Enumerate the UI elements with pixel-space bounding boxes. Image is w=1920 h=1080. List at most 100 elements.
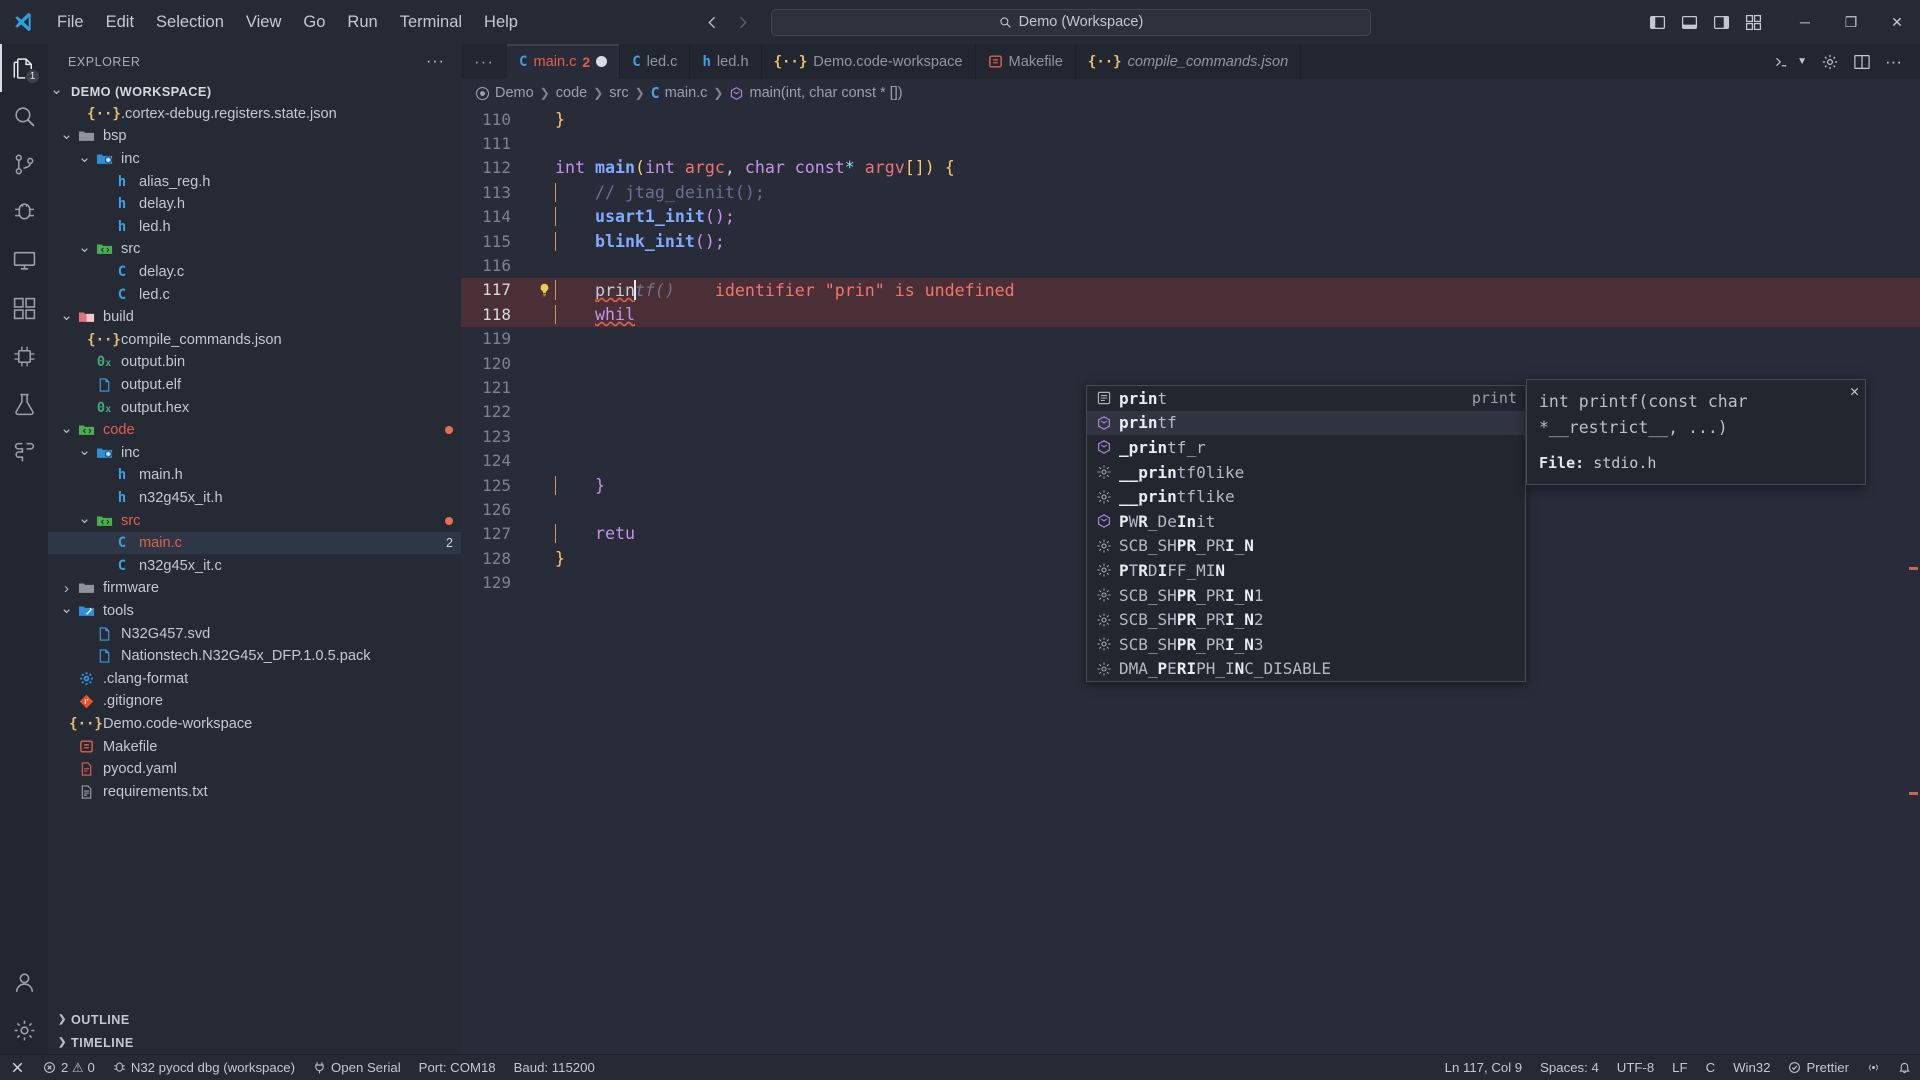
- suggest-item[interactable]: printf: [1087, 410, 1525, 436]
- tree-item-build[interactable]: ⌄ build: [48, 306, 461, 329]
- status-baud-rate[interactable]: Baud: 115200: [505, 1055, 604, 1080]
- tree-item-main-c[interactable]: Cmain.c 2: [48, 531, 461, 555]
- tree-item-output-elf[interactable]: output.elf: [48, 374, 461, 397]
- status-platform[interactable]: Win32: [1724, 1055, 1779, 1080]
- tree-item-bsp[interactable]: ⌄ bsp: [48, 125, 461, 148]
- tree-item-pyocd-yaml[interactable]: pyocd.yaml: [48, 758, 461, 781]
- more-tabs-icon[interactable]: ···: [461, 44, 507, 79]
- tree-item-nationstech-n32g45x-dfp-1-0-5-pack[interactable]: Nationstech.N32G45x_DFP.1.0.5.pack: [48, 645, 461, 668]
- status-problems[interactable]: 2 ⚠ 0: [34, 1055, 104, 1080]
- menu-edit[interactable]: Edit: [95, 0, 145, 44]
- tree-item-led-c[interactable]: Cled.c: [48, 283, 461, 306]
- suggest-item[interactable]: _printf_r: [1087, 435, 1525, 460]
- editor-tab-led-h[interactable]: h led.h: [690, 44, 762, 79]
- tree-item-output-hex[interactable]: 0x output.hex: [48, 396, 461, 419]
- suggest-item[interactable]: PTRDIFF_MIN: [1087, 558, 1525, 583]
- activity-item-run-and-debug[interactable]: [0, 188, 48, 236]
- tree-item-led-h[interactable]: h led.h: [48, 216, 461, 239]
- tree-item--clang-format[interactable]: .clang-format: [48, 667, 461, 690]
- status-debug-session[interactable]: N32 pyocd dbg (workspace): [104, 1055, 304, 1080]
- editor-tab-compile-commands-json[interactable]: {··} compile_commands.json: [1076, 44, 1302, 79]
- tab-dirty-indicator[interactable]: [596, 56, 608, 67]
- split-editor-icon[interactable]: [1847, 53, 1877, 71]
- breadcrumb-item-workspace[interactable]: Demo: [475, 85, 534, 101]
- more-actions-icon[interactable]: ···: [418, 53, 453, 71]
- activity-item-cmake[interactable]: [0, 428, 48, 476]
- status-eol[interactable]: LF: [1663, 1055, 1696, 1080]
- tree-item-n32g45x-it-h[interactable]: h n32g45x_it.h: [48, 487, 461, 510]
- tree-item-alias-reg-h[interactable]: h alias_reg.h: [48, 170, 461, 193]
- status-language-mode[interactable]: C: [1697, 1055, 1725, 1080]
- breadcrumb-item-src[interactable]: src: [609, 85, 628, 101]
- suggest-item[interactable]: SCB_SHPR_PRI_N: [1087, 534, 1525, 559]
- tree-item--cortex-debug-registers-state-json[interactable]: {··} .cortex-debug.registers.state.json: [48, 103, 461, 126]
- status-open-serial[interactable]: Open Serial: [304, 1055, 410, 1080]
- sidebar-section-timeline[interactable]: ❯ TIMELINE: [48, 1031, 461, 1054]
- toggle-panel-icon[interactable]: [1674, 7, 1704, 37]
- toggle-secondary-sidebar-icon[interactable]: [1706, 7, 1736, 37]
- menu-view[interactable]: View: [235, 0, 292, 44]
- status-encoding[interactable]: UTF-8: [1608, 1055, 1663, 1080]
- status-cursor-position[interactable]: Ln 117, Col 9: [1436, 1055, 1531, 1080]
- tree-item-demo-code-workspace[interactable]: {··} Demo.code-workspace: [48, 713, 461, 736]
- suggest-item[interactable]: SCB_SHPR_PRI_N3: [1087, 632, 1525, 657]
- menu-selection[interactable]: Selection: [145, 0, 235, 44]
- status-serial-port[interactable]: Port: COM18: [410, 1055, 505, 1080]
- suggest-item[interactable]: SCB_SHPR_PRI_N1: [1087, 583, 1525, 608]
- ellipsis-icon[interactable]: ···: [1879, 52, 1908, 72]
- chevron-down-icon[interactable]: ▼: [1797, 56, 1813, 67]
- status-indentation[interactable]: Spaces: 4: [1531, 1055, 1608, 1080]
- tree-item-inc[interactable]: ⌄ inc: [48, 148, 461, 171]
- editor-tab-led-c[interactable]: Cled.c: [620, 44, 691, 79]
- activity-item-extensions[interactable]: [0, 284, 48, 332]
- activity-item-remote-explorer[interactable]: [0, 236, 48, 284]
- menu-go[interactable]: Go: [292, 0, 336, 44]
- activity-item-explorer[interactable]: 1: [0, 44, 48, 92]
- beaker-run-icon[interactable]: [1767, 53, 1795, 71]
- editor-tab-main-c[interactable]: Cmain.c 2: [507, 44, 621, 79]
- tree-item-firmware[interactable]: › firmware: [48, 577, 461, 600]
- breadcrumb-item-symbol[interactable]: main(int, char const * []): [729, 85, 903, 101]
- tree-item-inc[interactable]: ⌄ inc: [48, 442, 461, 465]
- activity-item-accounts[interactable]: [0, 958, 48, 1006]
- tree-item--gitignore[interactable]: .gitignore: [48, 690, 461, 713]
- tree-item-delay-c[interactable]: Cdelay.c: [48, 261, 461, 284]
- remote-indicator-icon[interactable]: [0, 1054, 34, 1080]
- suggest-item[interactable]: PWR_DeInit: [1087, 509, 1525, 534]
- menu-help[interactable]: Help: [473, 0, 529, 44]
- gear-icon[interactable]: [1815, 53, 1845, 71]
- tree-item-makefile[interactable]: Makefile: [48, 735, 461, 758]
- editor-tab-demo-code-workspace[interactable]: {··} Demo.code-workspace: [762, 44, 976, 79]
- tree-item-tools[interactable]: ⌄ tools: [48, 600, 461, 623]
- file-tree[interactable]: ⌄ DEMO (WORKSPACE) {··} .cortex-debug.regis…: [48, 80, 461, 1008]
- activity-item-search[interactable]: [0, 92, 48, 140]
- breadcrumb-item-file[interactable]: C main.c: [651, 84, 708, 102]
- tree-item-delay-h[interactable]: h delay.h: [48, 193, 461, 216]
- toggle-primary-sidebar-icon[interactable]: [1642, 7, 1672, 37]
- tree-item-requirements-txt[interactable]: requirements.txt: [48, 780, 461, 803]
- suggest-item[interactable]: SCB_SHPR_PRI_N2: [1087, 607, 1525, 632]
- quick-input-bar[interactable]: Demo (Workspace): [770, 8, 1371, 36]
- activity-item-embedded-tools[interactable]: [0, 332, 48, 380]
- tree-item-src[interactable]: ⌄ src: [48, 509, 461, 532]
- menu-file[interactable]: File: [46, 0, 95, 44]
- activity-item-testing[interactable]: [0, 380, 48, 428]
- tree-root[interactable]: ⌄ DEMO (WORKSPACE): [48, 80, 461, 103]
- lightbulb-icon[interactable]: [533, 282, 555, 298]
- suggest-item[interactable]: print print: [1087, 386, 1525, 411]
- suggest-item[interactable]: __printflike: [1087, 484, 1525, 509]
- tree-item-output-bin[interactable]: 0x output.bin: [48, 351, 461, 374]
- tree-item-code[interactable]: ⌄ code: [48, 419, 461, 442]
- tree-item-compile-commands-json[interactable]: {··} compile_commands.json: [48, 329, 461, 352]
- activity-item-manage-settings[interactable]: [0, 1006, 48, 1054]
- menu-run[interactable]: Run: [336, 0, 388, 44]
- tree-item-n32g45x-it-c[interactable]: Cn32g45x_it.c: [48, 554, 461, 577]
- customize-layout-icon[interactable]: [1738, 7, 1768, 37]
- activity-item-source-control[interactable]: [0, 140, 48, 188]
- suggest-item[interactable]: __printf0like: [1087, 460, 1525, 485]
- editor-scrollbar[interactable]: [1906, 107, 1920, 1054]
- window-minimize-button[interactable]: ─: [1782, 0, 1828, 44]
- tree-item-n32g457-svd[interactable]: N32G457.svd: [48, 622, 461, 645]
- window-close-button[interactable]: ✕: [1874, 0, 1920, 44]
- suggest-widget[interactable]: print print printf _printf_r __printf0like __…: [1086, 385, 1526, 683]
